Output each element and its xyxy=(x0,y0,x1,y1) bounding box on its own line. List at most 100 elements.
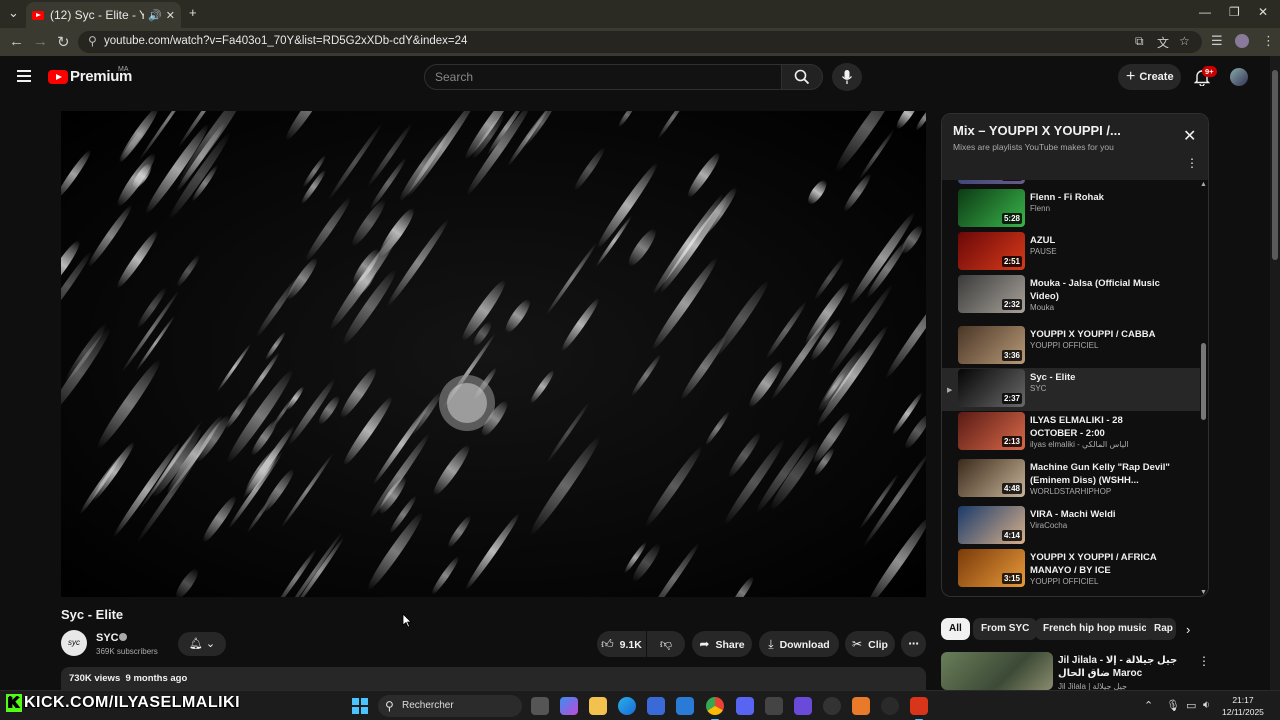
description-box[interactable]: 730K views 9 months ago xyxy=(61,667,926,691)
playlist-item-thumbnail[interactable]: 4:48 xyxy=(958,459,1025,497)
search-input[interactable]: Search xyxy=(424,64,782,90)
copilot-icon[interactable] xyxy=(560,697,578,715)
window-close-icon[interactable]: ✕ xyxy=(1258,5,1268,19)
playlist-item[interactable]: 4:14 VIRA - Machi Weldi ViraCocha xyxy=(942,505,1200,548)
address-bar[interactable]: ⚲ youtube.com/watch?v=Fa403o1_70Y&list=R… xyxy=(78,31,1202,53)
file-explorer-icon[interactable] xyxy=(589,697,607,715)
browser-menu-icon[interactable]: ⋮ xyxy=(1262,33,1275,49)
display-tray-icon[interactable]: ▭ xyxy=(1186,699,1196,712)
microphone-tray-icon[interactable]: 🎙︎ xyxy=(1166,699,1180,712)
back-icon[interactable]: ← xyxy=(9,33,24,50)
dislike-button[interactable]: 👎︎ xyxy=(647,631,685,657)
playlist-item[interactable]: 2:51 AZUL PAUSE xyxy=(942,231,1200,274)
task-view-icon[interactable] xyxy=(531,697,549,715)
new-tab-icon[interactable]: + xyxy=(189,5,197,20)
recommendation-more-icon[interactable]: ⋮ xyxy=(1198,654,1210,668)
playlist-item[interactable]: 3:36 YOUPPI X YOUPPI / CABBA YOUPPI OFFICI… xyxy=(942,325,1200,368)
playlist-item[interactable]: 1:57 xyxy=(942,180,1200,188)
page-scrollbar-thumb[interactable] xyxy=(1272,70,1278,260)
playlist-item-channel: Flenn xyxy=(1030,204,1051,213)
forward-icon[interactable]: → xyxy=(33,33,48,50)
share-button[interactable]: ➦ Share xyxy=(692,631,752,657)
profile-avatar-icon[interactable] xyxy=(1235,34,1249,48)
create-button[interactable]: + Create xyxy=(1118,64,1181,90)
playlist-item-thumbnail[interactable]: 3:15 xyxy=(958,549,1025,587)
store-icon[interactable] xyxy=(647,697,665,715)
app-dark-icon[interactable] xyxy=(881,697,899,715)
playlist-items[interactable]: 1:57 5:28 Flenn - Fi RohakFlenn 2:51 AZULPAU… xyxy=(942,180,1208,596)
channel-name[interactable]: SYC xyxy=(96,632,119,644)
windows-start-icon[interactable] xyxy=(352,698,368,714)
site-info-icon[interactable]: ⚲ xyxy=(88,34,97,48)
scroll-down-icon[interactable]: ▼ xyxy=(1200,589,1207,596)
video-frame-image xyxy=(61,111,926,597)
voice-search-button[interactable] xyxy=(832,63,862,91)
playlist-item[interactable]: 5:28 Flenn - Fi Rohak Flenn xyxy=(942,188,1200,231)
playlist-item[interactable]: 2:32 Mouka - Jalsa (Official Music Video)… xyxy=(942,274,1200,317)
menu-icon[interactable] xyxy=(17,70,31,85)
cast-icon[interactable]: ⧉ xyxy=(1135,34,1144,49)
account-avatar[interactable] xyxy=(1230,68,1248,86)
playlist-item[interactable]: ▶ 2:37 Syc - Elite SYC xyxy=(942,368,1200,411)
playlist-scrollbar-thumb[interactable] xyxy=(1201,343,1206,420)
download-icon: ⤓ xyxy=(768,637,774,651)
playlist-item-thumbnail[interactable]: 2:37 xyxy=(958,369,1025,407)
playlist-item-thumbnail[interactable]: 3:36 xyxy=(958,326,1025,364)
playlist-item[interactable]: 4:48 Machine Gun Kelly "Rap Devil" (Emine… xyxy=(942,458,1200,501)
obs-icon[interactable] xyxy=(823,697,841,715)
recommendation-title[interactable]: Jil Jilala - جيل جيلالة - إلا ضاق الحال … xyxy=(1058,654,1188,693)
game-app-icon[interactable] xyxy=(794,697,812,715)
page-scrollbar[interactable] xyxy=(1270,56,1280,690)
discord-icon[interactable] xyxy=(736,697,754,715)
channel-avatar[interactable]: syc xyxy=(61,630,87,656)
taskbar-search-box[interactable]: ⚲ Rechercher xyxy=(378,695,522,717)
tab-close-icon[interactable]: ✕ xyxy=(166,9,175,22)
speaker-icon[interactable]: 🔊 xyxy=(148,9,162,22)
translate-icon[interactable]: 文 xyxy=(1157,34,1169,51)
chip-french-hip-hop[interactable]: French hip hop music xyxy=(1035,618,1155,640)
app-red-icon[interactable] xyxy=(910,697,928,720)
like-button[interactable]: 👍︎ 9.1K xyxy=(597,631,646,657)
chip-rap[interactable]: Rap xyxy=(1146,618,1176,640)
system-clock[interactable]: 21:17 12/11/2025 xyxy=(1222,694,1264,718)
chip-all[interactable]: All xyxy=(941,618,970,640)
volume-tray-icon[interactable]: 🔉︎ xyxy=(1203,699,1210,712)
app-icon[interactable] xyxy=(765,697,783,715)
playlist-item-thumbnail[interactable]: 2:32 xyxy=(958,275,1025,313)
playlist-item-thumbnail[interactable]: 2:13 xyxy=(958,412,1025,450)
chrome-icon[interactable] xyxy=(706,697,724,720)
recommendation-thumbnail[interactable] xyxy=(941,652,1053,690)
playlist-title[interactable]: Mix – YOUPPI X YOUPPI /... xyxy=(953,123,1121,138)
search-button[interactable] xyxy=(781,64,823,90)
minimize-icon[interactable]: — xyxy=(1199,5,1211,19)
scroll-up-icon[interactable]: ▲ xyxy=(1200,181,1207,188)
browser-tab[interactable]: (12) Syc - Elite - YouTube 🔊 ✕ xyxy=(26,2,181,28)
playlist-item-thumbnail[interactable]: 2:51 xyxy=(958,232,1025,270)
restore-icon[interactable]: ❐ xyxy=(1229,5,1240,19)
download-button[interactable]: ⤓ Download xyxy=(759,631,839,657)
app-orange-icon[interactable] xyxy=(852,697,870,715)
reading-list-icon[interactable]: ☰ xyxy=(1211,33,1223,49)
tab-list-icon[interactable]: ⌄ xyxy=(8,5,19,21)
playlist-item-thumbnail[interactable]: 5:28 xyxy=(958,189,1025,227)
bookmark-star-icon[interactable]: ☆ xyxy=(1179,34,1190,48)
playlist-item[interactable]: 2:13 ILYAS ELMALIKI - 28 OCTOBER - 2:00 il… xyxy=(942,411,1200,454)
outlook-icon[interactable] xyxy=(676,697,694,715)
video-player[interactable] xyxy=(61,111,926,597)
subscription-notifications-button[interactable]: 🔔︎ ⌄ xyxy=(178,632,226,656)
more-actions-button[interactable]: ⋯ xyxy=(901,631,926,657)
playlist-scrollbar[interactable]: ▲ ▼ xyxy=(1200,180,1208,596)
edge-browser-icon[interactable] xyxy=(618,697,636,715)
chip-from-syc[interactable]: From SYC xyxy=(973,618,1038,640)
youtube-logo-icon[interactable] xyxy=(48,70,68,84)
chevron-right-icon[interactable]: › xyxy=(1186,622,1190,637)
playlist-subtitle: Mixes are playlists YouTube makes for yo… xyxy=(953,142,1114,152)
tray-overflow-icon[interactable]: ⌃ xyxy=(1144,699,1153,712)
reload-icon[interactable]: ↻ xyxy=(57,33,70,51)
playlist-item-thumbnail[interactable]: 1:57 xyxy=(958,180,1025,184)
playlist-item-thumbnail[interactable]: 4:14 xyxy=(958,506,1025,544)
playlist-close-icon[interactable]: ✕ xyxy=(1183,126,1196,146)
playlist-more-icon[interactable]: ⋮ xyxy=(1186,156,1198,170)
clip-button[interactable]: ✂ Clip xyxy=(845,631,895,657)
playlist-item[interactable]: 3:15 YOUPPI X YOUPPI / AFRICA MANAYO / BY… xyxy=(942,548,1200,591)
